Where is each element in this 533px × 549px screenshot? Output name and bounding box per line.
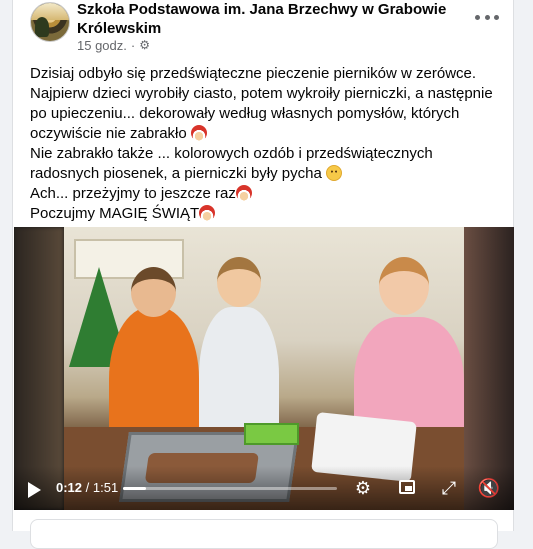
text-line-8: Poczujmy MAGIĘ ŚWIĄT xyxy=(30,205,200,222)
video-progress-fill xyxy=(123,487,147,490)
comment-box[interactable] xyxy=(30,519,498,549)
page-name-link[interactable]: Szkoła Podstawowa im. Jana Brzechwy w Gr… xyxy=(77,0,447,38)
post-timestamp[interactable]: 15 godz. xyxy=(77,38,127,53)
post-text-line: Dzisiaj odbyło się przedświąteczne piecz… xyxy=(30,64,500,84)
santa-emoji-icon xyxy=(199,205,216,221)
post-text-line: Ach... przeżyjmy to jeszcze raz xyxy=(30,184,500,204)
video-progress-bar[interactable] xyxy=(123,487,337,490)
more-options-button[interactable] xyxy=(475,8,499,26)
post-text-line: Najpierw dzieci wyrobiły ciasto, potem w… xyxy=(30,84,500,104)
total-time: 1:51 xyxy=(92,480,119,495)
gear-icon[interactable]: ⚙ xyxy=(139,39,150,51)
santa-emoji-icon xyxy=(235,185,252,201)
santa-emoji-icon xyxy=(190,125,207,141)
avatar-tree xyxy=(35,17,49,37)
text-line-4: oczywiście nie zabrakło xyxy=(30,125,187,142)
child-head xyxy=(379,257,429,315)
ellipsis-icon xyxy=(475,14,480,20)
text-line-7: Ach... przeżyjmy to jeszcze raz xyxy=(30,185,236,202)
pip-frame xyxy=(399,480,415,494)
child-head xyxy=(131,267,176,317)
post-text: Dzisiaj odbyło się przedświąteczne piecz… xyxy=(30,64,500,224)
avatar-sky xyxy=(31,3,69,21)
post-meta: 15 godz. · ⚙ xyxy=(77,38,150,53)
green-tray xyxy=(244,423,299,445)
text-line-5: Nie zabrakło także ... kolorowych ozdób … xyxy=(30,145,433,162)
video-player[interactable]: 0:12 / 1:51 ⚙ ⤢ 🔇 xyxy=(14,227,514,510)
post-card: Szkoła Podstawowa im. Jana Brzechwy w Gr… xyxy=(12,0,514,549)
meta-dot: · xyxy=(130,38,136,53)
page-avatar[interactable] xyxy=(30,2,70,42)
text-line-6: radosnych piosenek, a pierniczki były py… xyxy=(30,165,322,182)
ellipsis-icon xyxy=(484,14,490,20)
ellipsis-icon xyxy=(494,14,499,20)
post-text-line: radosnych piosenek, a pierniczki były py… xyxy=(30,164,500,184)
child-head xyxy=(217,257,261,307)
video-controls: 0:12 / 1:51 ⚙ ⤢ 🔇 xyxy=(14,466,514,510)
post-text-line: oczywiście nie zabrakło xyxy=(30,124,500,144)
play-icon[interactable] xyxy=(28,482,41,498)
post-text-line: Nie zabrakło także ... kolorowych ozdób … xyxy=(30,144,500,164)
text-line-2: Najpierw dzieci wyrobiły ciasto, potem w… xyxy=(30,85,493,102)
post-header: Szkoła Podstawowa im. Jana Brzechwy w Gr… xyxy=(13,0,513,60)
current-time: 0:12 xyxy=(56,480,83,495)
settings-icon[interactable]: ⚙ xyxy=(352,477,374,499)
picture-in-picture-icon[interactable] xyxy=(396,477,418,499)
volume-muted-icon[interactable]: 🔇 xyxy=(476,477,502,499)
text-line-1: Dzisiaj odbyło się przedświąteczne piecz… xyxy=(30,65,477,82)
post-text-line: po upieczeniu... dekorowały według własn… xyxy=(30,104,500,124)
text-line-3: po upieczeniu... dekorowały według własn… xyxy=(30,105,460,122)
time-separator: / xyxy=(82,480,93,495)
fullscreen-icon[interactable]: ⤢ xyxy=(438,477,460,499)
video-time: 0:12 / 1:51 xyxy=(56,480,118,495)
smile-emoji-icon xyxy=(326,165,342,181)
post-text-line: Poczujmy MAGIĘ ŚWIĄT xyxy=(30,204,500,224)
